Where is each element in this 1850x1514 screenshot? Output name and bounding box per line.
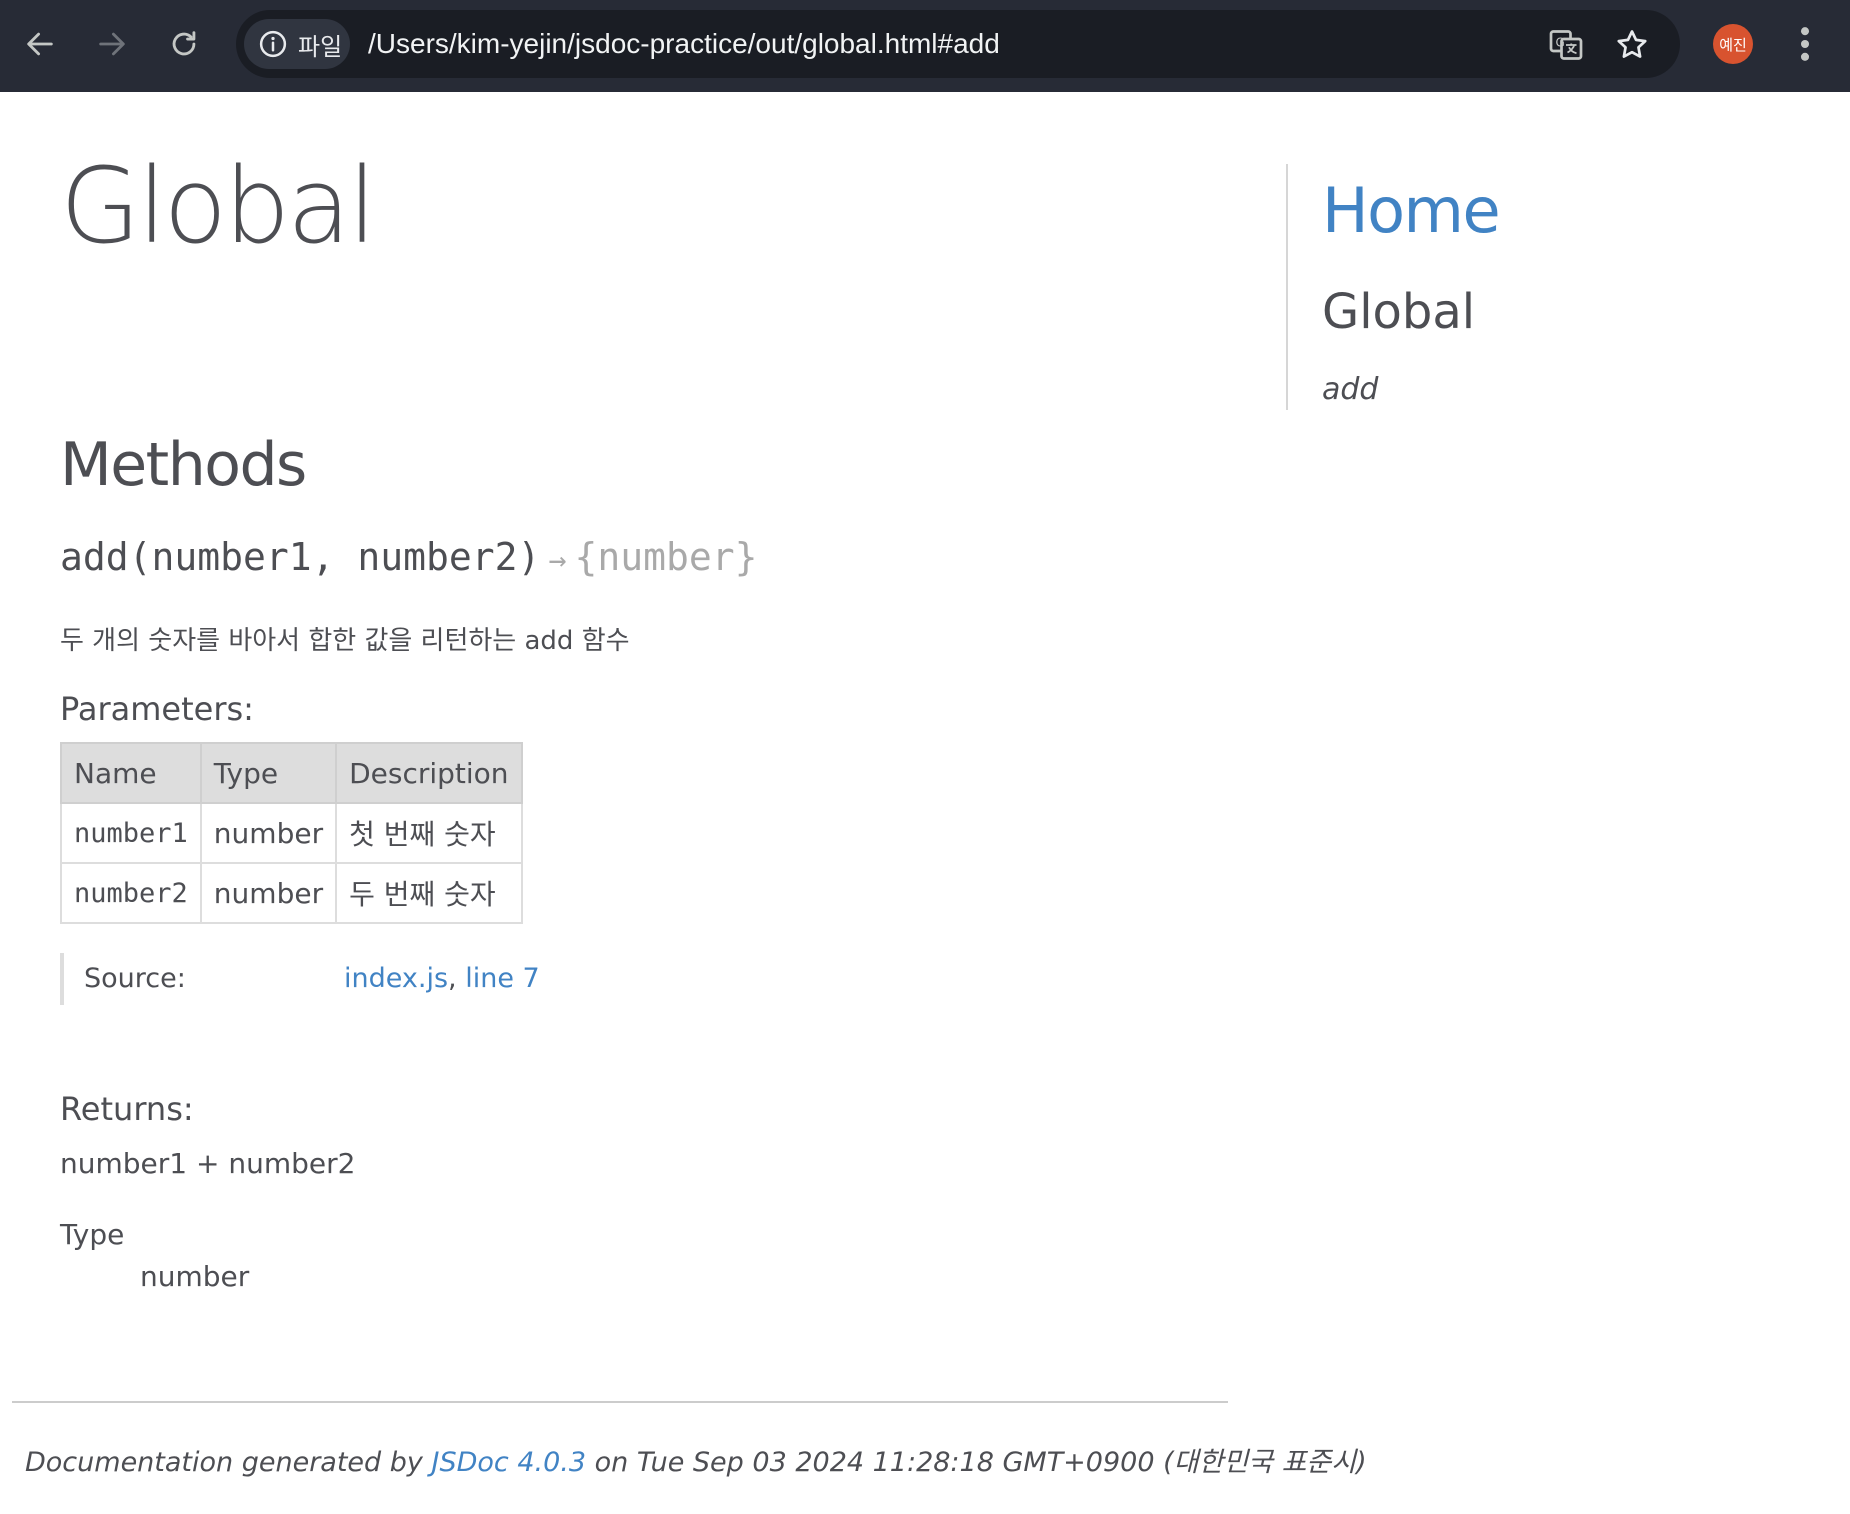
param-type: number xyxy=(199,862,338,924)
column-header-description: Description xyxy=(335,742,523,804)
reload-button[interactable] xyxy=(160,16,208,72)
table-header-row: Name Type Description xyxy=(60,742,523,804)
param-name: number1 xyxy=(60,802,202,864)
param-description: 첫 번째 숫자 xyxy=(335,802,523,864)
reload-icon xyxy=(172,31,196,56)
nav-home-link[interactable]: Home xyxy=(1322,174,1501,247)
table-row: number1 number 첫 번째 숫자 xyxy=(60,802,523,864)
translate-icon[interactable]: G xyxy=(1548,27,1584,63)
jsdoc-link[interactable]: JSDoc 4.0.3 xyxy=(431,1447,586,1478)
site-chip-label: 파일 xyxy=(298,32,343,61)
star-icon[interactable] xyxy=(1614,27,1650,63)
source-separator: , xyxy=(448,963,457,994)
info-icon xyxy=(259,30,287,58)
forward-button[interactable] xyxy=(88,16,136,72)
return-type-label: Type xyxy=(60,1218,125,1251)
url-text[interactable]: /Users/kim-yejin/jsdoc-practice/out/glob… xyxy=(368,10,1000,78)
param-name: number2 xyxy=(60,862,202,924)
table-row: number2 number 두 번째 숫자 xyxy=(60,862,523,924)
method-description: 두 개의 숫자를 바아서 합한 값을 리턴하는 add 함수 xyxy=(60,626,630,656)
method-name: add(number1, number2) xyxy=(60,535,541,579)
page-title: Global xyxy=(60,145,377,267)
footer: Documentation generated by JSDoc 4.0.3 o… xyxy=(25,1440,1367,1479)
parameters-heading: Parameters: xyxy=(60,690,254,728)
parameters-table: Name Type Description number1 number 첫 번… xyxy=(60,742,523,924)
source-label: Source: xyxy=(84,963,186,994)
sidebar-nav: Home Global add xyxy=(1286,164,1788,410)
column-header-name: Name xyxy=(60,742,202,804)
source-details: Source: index.js, line 7 xyxy=(60,953,584,1005)
footer-divider xyxy=(12,1401,1228,1403)
nav-item-add[interactable]: add xyxy=(1322,372,1378,407)
returns-heading: Returns: xyxy=(60,1090,194,1128)
methods-heading: Methods xyxy=(60,430,307,500)
method-signature: add(number1, number2) → {number} xyxy=(60,535,758,579)
back-button[interactable] xyxy=(16,16,64,72)
more-menu-icon[interactable] xyxy=(1790,22,1820,66)
returns-value: number1 + number2 xyxy=(60,1147,356,1180)
nav-group-heading: Global xyxy=(1322,284,1476,340)
column-header-type: Type xyxy=(199,742,338,804)
back-arrow-icon xyxy=(27,32,53,56)
return-type: {number} xyxy=(574,535,758,579)
svg-text:G: G xyxy=(1556,36,1565,50)
footer-suffix: on Tue Sep 03 2024 11:28:18 GMT+0900 (대한… xyxy=(594,1447,1367,1478)
source-links: index.js, line 7 xyxy=(344,963,540,994)
return-arrow: → xyxy=(548,543,567,578)
source-file-link[interactable]: index.js xyxy=(344,963,448,994)
source-line-link[interactable]: line 7 xyxy=(465,963,540,994)
address-bar[interactable]: 파일 /Users/kim-yejin/jsdoc-practice/out/g… xyxy=(236,10,1680,78)
site-info-chip[interactable]: 파일 xyxy=(244,19,350,69)
param-description: 두 번째 숫자 xyxy=(335,862,523,924)
browser-toolbar: 파일 /Users/kim-yejin/jsdoc-practice/out/g… xyxy=(0,0,1850,92)
return-type-value: number xyxy=(140,1260,250,1293)
footer-prefix: Documentation generated by xyxy=(25,1447,423,1478)
forward-arrow-icon xyxy=(99,32,125,56)
param-type: number xyxy=(199,802,338,864)
profile-avatar[interactable]: 예진 xyxy=(1713,24,1753,64)
